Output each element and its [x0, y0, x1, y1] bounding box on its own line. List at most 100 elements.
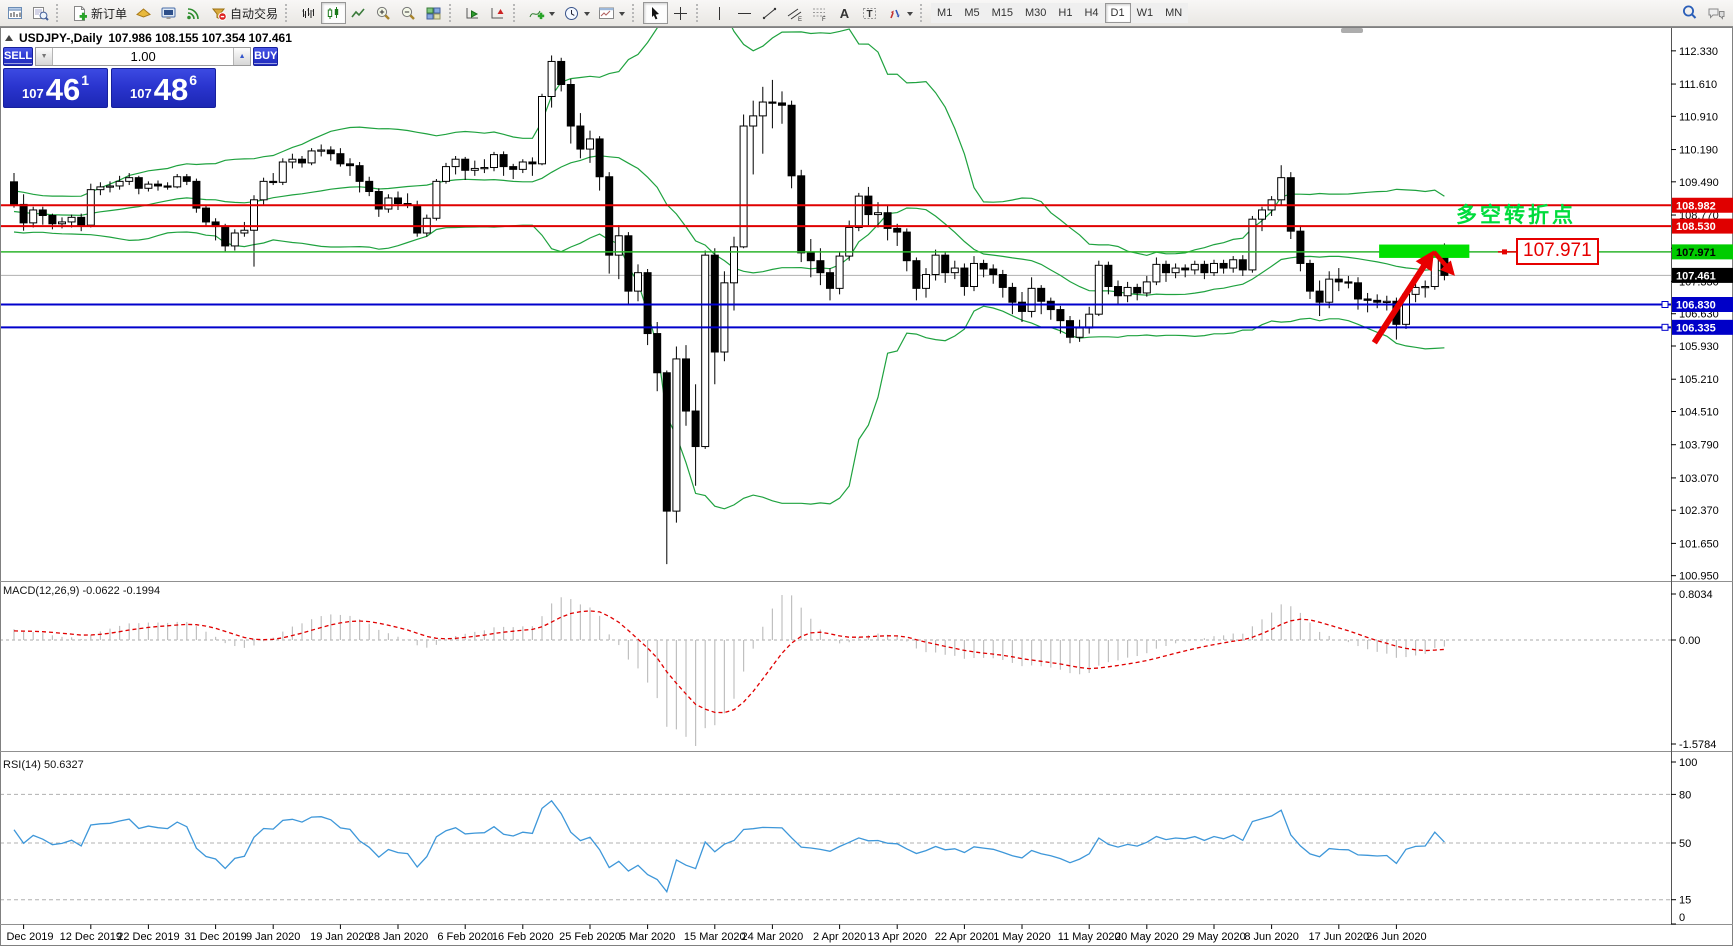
line-handle[interactable] — [1662, 302, 1668, 308]
price-callout-label[interactable]: 107.971 — [1516, 238, 1599, 265]
svg-text:109.490: 109.490 — [1679, 177, 1719, 189]
buy-price-display[interactable]: 107486 — [111, 68, 216, 108]
text-label-icon: T — [861, 5, 878, 22]
callout-handle[interactable] — [1502, 249, 1507, 254]
sell-price-point: 1 — [81, 72, 89, 88]
svg-text:22 Apr 2020: 22 Apr 2020 — [935, 931, 994, 943]
cursor-icon — [647, 5, 664, 22]
toolbar-separator — [632, 4, 638, 22]
sell-label: SELL — [4, 50, 32, 64]
chart-shift-button[interactable] — [485, 2, 510, 24]
chevron-down-icon — [619, 12, 625, 19]
svg-text:11 May 2020: 11 May 2020 — [1058, 931, 1121, 943]
templates-button[interactable] — [594, 2, 629, 24]
chevron-down-icon — [907, 12, 913, 19]
new-chart-button[interactable] — [3, 2, 28, 24]
tile-windows-button[interactable] — [421, 2, 446, 24]
svg-text:112.330: 112.330 — [1679, 46, 1718, 58]
svg-text:8 Jun 2020: 8 Jun 2020 — [1244, 931, 1298, 943]
sell-price-display[interactable]: 107461 — [3, 68, 108, 108]
vertical-line-button[interactable] — [707, 2, 732, 24]
svg-text:111.610: 111.610 — [1679, 79, 1717, 91]
timeframe-m5-button[interactable]: M5 — [958, 3, 985, 23]
timeframe-w1-button[interactable]: W1 — [1131, 3, 1160, 23]
profiles-button[interactable] — [28, 2, 53, 24]
timeframe-h1-button[interactable]: H1 — [1052, 3, 1078, 23]
timeframe-group: M1M5M15M30H1H4D1W1MN — [931, 3, 1188, 23]
bar-chart-button[interactable] — [296, 2, 321, 24]
crosshair-icon — [672, 5, 689, 22]
new-order-button[interactable]: 新订单 — [67, 2, 131, 24]
svg-text:0: 0 — [1679, 912, 1685, 924]
trendline-button[interactable] — [757, 2, 782, 24]
svg-text:17 Jun 2020: 17 Jun 2020 — [1309, 931, 1370, 943]
triangle-up-icon: ▲ — [239, 53, 246, 60]
timeframe-mn-button[interactable]: MN — [1159, 3, 1188, 23]
svg-text:105.210: 105.210 — [1679, 374, 1719, 386]
zoom-out-button[interactable] — [396, 2, 421, 24]
svg-text:107.461: 107.461 — [1676, 270, 1716, 282]
auto-trading-icon — [210, 5, 227, 22]
crosshair-button[interactable] — [668, 2, 693, 24]
svg-text:A: A — [840, 6, 850, 21]
timeframe-m1-button[interactable]: M1 — [931, 3, 958, 23]
sell-button[interactable]: SELL — [3, 47, 33, 66]
text-button[interactable]: A — [832, 2, 857, 24]
timeframe-h4-button[interactable]: H4 — [1078, 3, 1104, 23]
line-chart-button[interactable] — [346, 2, 371, 24]
chart-scrollbar-thumb[interactable] — [1341, 28, 1363, 33]
svg-text:110.910: 110.910 — [1679, 111, 1718, 123]
metaeditor-button[interactable] — [131, 2, 156, 24]
cursor-button[interactable] — [643, 2, 668, 24]
volume-decrease-button[interactable]: ▼ — [36, 48, 53, 65]
chart-window-border — [1, 28, 1733, 946]
svg-text:16 Feb 2020: 16 Feb 2020 — [492, 931, 554, 943]
indicators-button[interactable] — [524, 2, 559, 24]
arrows-icon — [886, 5, 903, 22]
svg-text:Dec 2019: Dec 2019 — [6, 931, 53, 943]
timeframe-d1-button[interactable]: D1 — [1105, 3, 1131, 23]
auto-scroll-icon — [464, 5, 481, 22]
community-button[interactable] — [1703, 2, 1730, 24]
candlestick-chart-button[interactable] — [321, 2, 346, 24]
svg-text:101.650: 101.650 — [1679, 538, 1719, 550]
periods-button[interactable] — [559, 2, 594, 24]
arrows-button[interactable] — [882, 2, 917, 24]
svg-text:6 Feb 2020: 6 Feb 2020 — [437, 931, 493, 943]
fibonacci-button[interactable]: F — [807, 2, 832, 24]
highlight-rectangle[interactable] — [1379, 245, 1469, 258]
zoom-in-button[interactable] — [371, 2, 396, 24]
volume-input[interactable] — [53, 48, 233, 65]
svg-text:80: 80 — [1679, 789, 1691, 801]
svg-text:19 Jan 2020: 19 Jan 2020 — [310, 931, 371, 943]
toolbar-separator — [285, 4, 291, 22]
turning-point-annotation[interactable]: 多空转折点 — [1456, 199, 1576, 229]
svg-text:0.8034: 0.8034 — [1679, 589, 1713, 601]
toolbar-separator — [513, 4, 519, 22]
horizontal-line-button[interactable] — [732, 2, 757, 24]
text-label-button[interactable]: T — [857, 2, 882, 24]
svg-text:25 Feb 2020: 25 Feb 2020 — [559, 931, 621, 943]
timeframe-m15-button[interactable]: M15 — [986, 3, 1019, 23]
svg-text:50: 50 — [1679, 838, 1691, 850]
rsi-axis: 1008050150 — [1671, 757, 1697, 924]
toolbar-separator — [920, 4, 926, 22]
svg-text:F: F — [822, 17, 826, 22]
line-handle[interactable] — [1662, 324, 1668, 330]
auto-trading-button[interactable]: 自动交易 — [206, 2, 282, 24]
price-axis[interactable]: 112.330111.610110.910110.190109.490108.7… — [1662, 46, 1733, 583]
search-button[interactable] — [1677, 2, 1703, 24]
buy-button[interactable]: BUY — [253, 47, 278, 66]
volume-increase-button[interactable]: ▲ — [233, 48, 250, 65]
svg-text:-1.5784: -1.5784 — [1679, 739, 1716, 751]
text-icon: A — [836, 5, 853, 22]
terminal-button[interactable] — [156, 2, 181, 24]
time-axis[interactable]: Dec 201912 Dec 201922 Dec 201931 Dec 201… — [6, 925, 1426, 944]
svg-text:102.370: 102.370 — [1679, 505, 1719, 517]
auto-scroll-button[interactable] — [460, 2, 485, 24]
svg-text:100.950: 100.950 — [1679, 571, 1719, 583]
signals-button[interactable] — [181, 2, 206, 24]
channel-button[interactable]: E — [782, 2, 807, 24]
timeframe-m30-button[interactable]: M30 — [1019, 3, 1052, 23]
svg-text:1 May 2020: 1 May 2020 — [993, 931, 1050, 943]
